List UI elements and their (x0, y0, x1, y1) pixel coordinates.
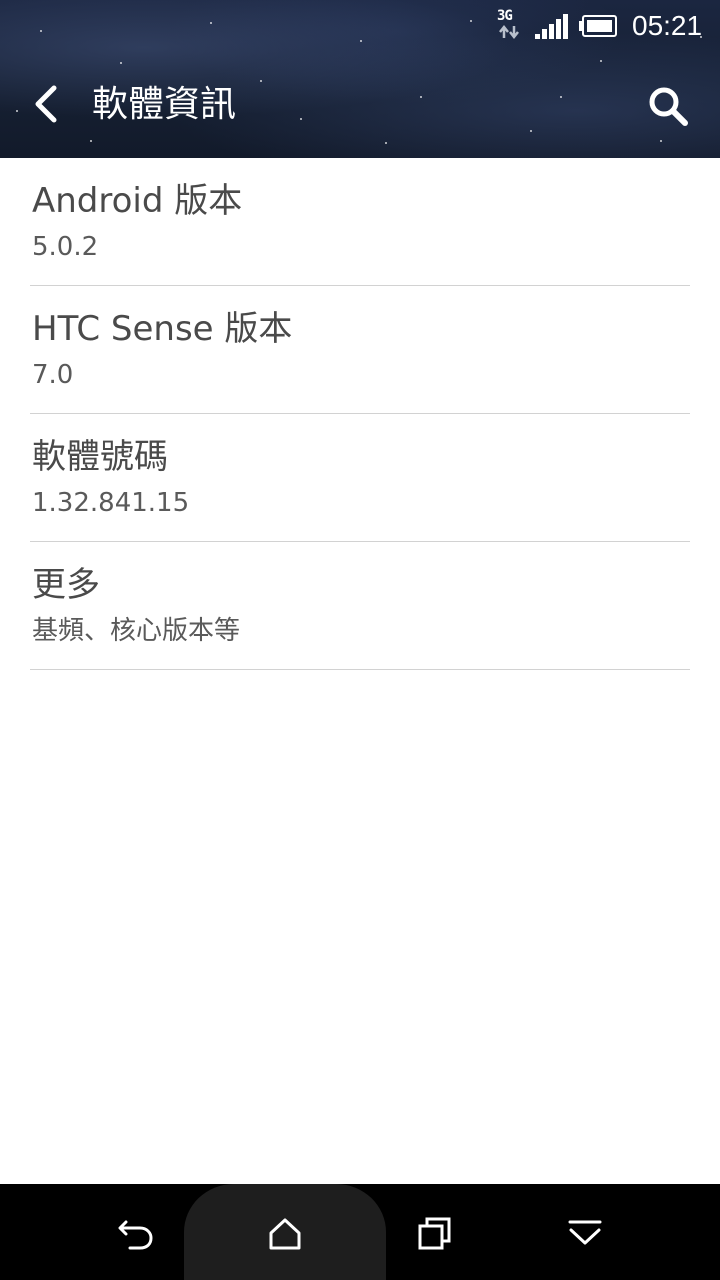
item-value: 5.0.2 (32, 232, 99, 262)
item-value: 1.32.841.15 (32, 488, 190, 518)
back-button[interactable] (22, 80, 70, 128)
hide-navbar-icon (568, 1220, 602, 1245)
status-bar: 3G 05:21 (0, 0, 720, 52)
navigation-bar (0, 1184, 720, 1280)
item-title: Android 版本 (32, 181, 243, 221)
nav-recents-button[interactable] (409, 1208, 461, 1260)
nav-back-button[interactable] (110, 1208, 162, 1260)
clock: 05:21 (632, 10, 703, 41)
item-title: 更多 (32, 565, 100, 605)
item-title: HTC Sense 版本 (32, 309, 293, 349)
network-3g-icon: 3G (496, 8, 524, 42)
item-value: 基頻、核心版本等 (32, 616, 241, 646)
list-item-software-number[interactable]: 軟體號碼 1.32.841.15 (30, 414, 690, 542)
list-item-more[interactable]: 更多 基頻、核心版本等 (30, 542, 690, 670)
item-value: 7.0 (32, 360, 74, 390)
search-icon (649, 87, 688, 126)
home-icon (269, 1218, 301, 1250)
recents-icon (418, 1217, 451, 1250)
signal-icon (534, 12, 570, 40)
chevron-left-icon (35, 85, 57, 123)
battery-icon (578, 14, 618, 38)
list-item-android-version[interactable]: Android 版本 5.0.2 (30, 158, 690, 286)
nav-home-button[interactable] (259, 1208, 311, 1260)
network-type-label: 3G (497, 8, 513, 24)
back-icon (118, 1220, 153, 1250)
nav-hide-button[interactable] (559, 1208, 611, 1260)
list-item-htc-sense-version[interactable]: HTC Sense 版本 7.0 (30, 286, 690, 414)
page-title: 軟體資訊 (92, 84, 237, 125)
search-button[interactable] (640, 78, 696, 134)
header: 3G 05:21 軟體資訊 (0, 0, 720, 158)
item-title: 軟體號碼 (32, 437, 168, 477)
software-info-list: Android 版本 5.0.2 HTC Sense 版本 7.0 軟體號碼 1… (30, 158, 690, 670)
